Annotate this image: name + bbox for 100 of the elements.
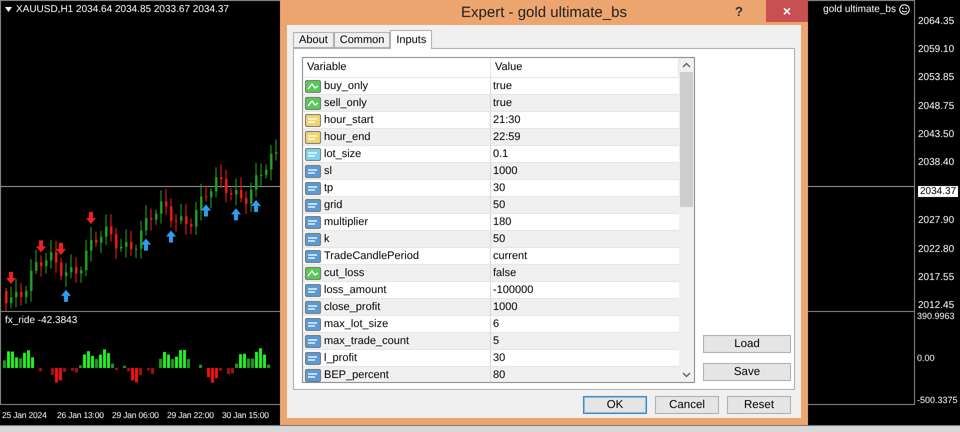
dropdown-icon[interactable] <box>5 7 12 12</box>
candle <box>60 257 62 281</box>
candle <box>245 190 248 215</box>
value-cell[interactable]: 80 <box>491 367 679 382</box>
candle <box>215 166 218 198</box>
value-cell[interactable]: 21:30 <box>491 112 679 128</box>
side-button[interactable]: Load <box>703 335 791 353</box>
integer-type-icon <box>305 164 321 178</box>
value-cell[interactable]: 5 <box>491 333 679 349</box>
candle <box>70 254 72 279</box>
value-cell[interactable]: 1000 <box>491 163 679 179</box>
candle <box>125 228 128 258</box>
variable-cell: buy_only <box>324 80 368 92</box>
variable-cell: close_profit <box>324 301 380 313</box>
price-tick: 2053.85 <box>918 72 956 84</box>
variable-cell: sell_only <box>324 97 367 109</box>
integer-type-icon <box>305 368 321 382</box>
value-cell[interactable]: -100000 <box>491 282 679 298</box>
variable-cell: hour_start <box>324 114 374 126</box>
candle <box>235 178 238 206</box>
dialog-button[interactable]: Cancel <box>655 396 719 414</box>
value-cell[interactable]: 30 <box>491 350 679 366</box>
value-cell[interactable]: current <box>491 248 679 264</box>
tab[interactable]: Inputs <box>390 30 432 49</box>
candle <box>85 239 88 277</box>
close-button[interactable]: × <box>766 0 808 22</box>
variable-cell: lot_size <box>324 148 362 160</box>
string-type-icon <box>305 130 321 144</box>
value-cell[interactable]: 0.1 <box>491 146 679 162</box>
value-cell[interactable]: 180 <box>491 214 679 230</box>
variable-cell: hour_end <box>324 131 370 143</box>
candle <box>145 204 148 236</box>
value-cell[interactable]: 50 <box>491 231 679 247</box>
tab[interactable]: Common <box>334 32 390 48</box>
candle <box>15 278 18 308</box>
candle <box>170 198 172 228</box>
price-tick: 2017.55 <box>918 272 956 283</box>
variable-cell: TradeCandlePeriod <box>324 250 419 262</box>
candle <box>140 220 142 260</box>
symbol-info: XAUUSD,H1 2034.64 2034.85 2033.67 2034.37 <box>16 4 229 15</box>
price-tick: 2043.50 <box>918 128 956 140</box>
histogram-bar <box>39 368 42 372</box>
price-tick: 2059.10 <box>918 44 956 56</box>
up-arrow-icon <box>251 200 261 212</box>
candle <box>150 208 152 232</box>
variable-cell: max_trade_count <box>324 335 409 347</box>
column-header[interactable]: Variable <box>303 58 491 77</box>
candle <box>25 285 28 304</box>
variable-cell: cut_loss <box>324 267 364 279</box>
candle <box>160 190 162 224</box>
candle <box>270 144 272 181</box>
down-arrow-icon <box>86 212 96 224</box>
candle <box>50 239 52 270</box>
candle <box>65 262 68 288</box>
time-tick: 26 Jan 13:00 <box>57 410 105 420</box>
scrollbar[interactable] <box>679 58 694 382</box>
value-cell[interactable]: true <box>491 95 679 111</box>
candle <box>240 176 242 203</box>
candle <box>80 266 82 284</box>
indicator-tick: -500.3375 <box>917 395 959 405</box>
candle <box>185 204 188 236</box>
candle <box>130 230 132 256</box>
value-cell[interactable]: 50 <box>491 197 679 213</box>
candle <box>260 162 262 186</box>
candle <box>75 256 78 284</box>
scroll-thumb[interactable] <box>680 72 693 207</box>
price-tick: 2048.75 <box>918 100 956 112</box>
time-tick: 30 Jan 15:00 <box>222 410 270 420</box>
variable-cell: l_profit <box>324 352 358 364</box>
candle <box>275 138 278 162</box>
integer-type-icon <box>305 198 321 212</box>
price-tick: 2064.35 <box>918 16 956 27</box>
candle <box>220 164 222 189</box>
indicator-tick: 0.00 <box>917 353 936 363</box>
time-tick: 29 Jan 06:00 <box>112 410 160 420</box>
value-cell[interactable]: 22:59 <box>491 129 679 145</box>
candle <box>205 185 208 202</box>
candle <box>180 203 182 225</box>
candle <box>255 162 258 198</box>
candle <box>10 286 12 309</box>
help-button[interactable]: ? <box>729 0 749 22</box>
down-arrow-icon <box>36 240 46 252</box>
candle <box>30 258 32 302</box>
value-cell[interactable]: false <box>491 265 679 281</box>
candle <box>165 188 168 216</box>
boolean-type-icon <box>305 266 321 280</box>
side-button[interactable]: Save <box>703 363 791 381</box>
value-cell[interactable]: 1000 <box>491 299 679 315</box>
dialog-button[interactable]: Reset <box>727 396 791 414</box>
dialog-button[interactable]: OK <box>583 396 647 414</box>
candle <box>155 209 158 226</box>
variable-cell: k <box>324 233 330 245</box>
candle <box>20 282 22 306</box>
value-cell[interactable]: 6 <box>491 316 679 332</box>
tab[interactable]: About <box>293 32 334 48</box>
up-arrow-icon <box>231 208 241 220</box>
candle <box>175 214 178 232</box>
candle <box>110 214 112 242</box>
value-cell[interactable]: true <box>491 78 679 94</box>
value-cell[interactable]: 30 <box>491 180 679 196</box>
